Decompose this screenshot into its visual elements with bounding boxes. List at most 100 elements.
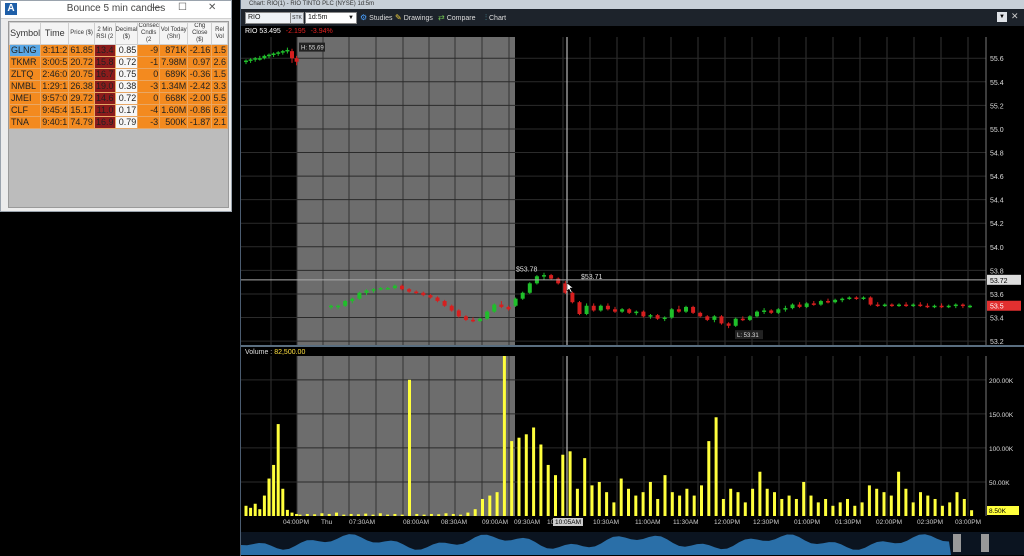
table-row[interactable]: TKMR 3:00:5 20.72 15.8 0.72 -1 7.98M 0.97 2.6 — [9, 56, 228, 69]
studies-label: Studies — [369, 15, 393, 22]
table-row[interactable]: NMBL 1:29:1 26.38 19.0 0.38 -3 1.34M -2.42 3.3 — [9, 80, 228, 93]
cell-consec: -9 — [137, 44, 161, 57]
candlestick-icon: ⫶ — [485, 13, 487, 22]
volume-bar — [692, 495, 696, 516]
column-header[interactable]: Decimal ($) — [114, 22, 139, 45]
candle-body — [918, 304, 923, 307]
chart-type-button[interactable]: ⫶ Chart — [485, 11, 506, 24]
candle-body — [280, 51, 285, 53]
candle-body — [421, 292, 426, 296]
table-row[interactable]: JMEI 9:57:0 29.72 14.6 0.72 0 668K -2.00 5.5 — [9, 92, 228, 105]
symbol-input[interactable]: RIO — [245, 12, 291, 24]
table-row[interactable]: TNA 9:40:1 74.79 16.9 0.79 -3 500K -1.87 2.1 — [9, 116, 228, 129]
overview-scrollbar[interactable] — [241, 532, 1024, 555]
volume-bar — [262, 495, 266, 516]
candle-body — [285, 49, 290, 52]
price-header: RIO 53.495 -2.195 -3.94% — [245, 28, 333, 35]
volume-bar — [787, 495, 791, 516]
volume-bar — [773, 492, 776, 516]
candle-body — [882, 304, 887, 307]
candle-body — [911, 304, 916, 307]
time-axis-label: 08:00AM — [403, 519, 429, 526]
column-header[interactable]: Rel Vol — [211, 22, 228, 45]
volume-bar — [685, 488, 689, 516]
volume-bar — [597, 481, 601, 516]
volume-bar — [517, 437, 521, 516]
candle-body — [392, 285, 397, 289]
column-header[interactable]: 2 Min RSI (2 — [93, 22, 116, 45]
table-row[interactable]: GLNG 3:11:2 61.85 13.4 0.85 -9 871K -2.16 1.5 — [9, 44, 228, 57]
candle-body — [897, 304, 901, 307]
cell-rsi: 16.7 — [93, 68, 116, 81]
volume-bar — [356, 514, 360, 516]
price-axis-tick-label: 55.0 — [990, 127, 1004, 134]
volume-bar — [249, 507, 253, 516]
maximize-button[interactable]: ☐ — [178, 2, 187, 13]
volume-bar — [933, 498, 937, 516]
volume-header: Volume : 82,500.00 — [245, 349, 306, 356]
compare-button[interactable]: ⇄ Compare — [438, 11, 476, 24]
column-header[interactable]: Time — [40, 22, 70, 45]
column-header[interactable]: Symbol — [9, 22, 42, 45]
volume-bar — [831, 505, 835, 516]
candle-body — [385, 288, 390, 290]
compare-label: Compare — [446, 15, 476, 22]
volume-bar — [700, 485, 703, 516]
volume-bar — [276, 424, 280, 516]
volume-bar — [290, 512, 294, 516]
link-button[interactable]: STK — [290, 12, 304, 24]
drawings-button[interactable]: ✎ Drawings — [395, 11, 433, 24]
cell-decimal: 0.72 — [114, 92, 139, 105]
volume-bar — [794, 498, 798, 516]
volume-label: Volume — [245, 349, 269, 356]
volume-bar — [736, 492, 740, 516]
interval-select[interactable]: 1d:5m ▼ — [305, 12, 357, 24]
time-axis-label: 07:30AM — [349, 519, 375, 526]
candle-body — [939, 305, 944, 308]
chart-titlebar[interactable]: Chart: RIO(1) - RIO TINTO PLC (NYSE) 1d:… — [241, 0, 1024, 9]
table-header-row: Symbol Time Price ($) 2 Min RSI (2 Decimal (… — [9, 22, 228, 45]
candle-body — [478, 318, 483, 322]
candle-body — [378, 288, 383, 290]
chart-toolbar: RIO STK 1d:5m ▼ ⚙ Studies ✎ Drawings ⇄ Comp… — [241, 9, 1024, 26]
chart-close-icon[interactable]: ✕ — [1011, 11, 1019, 22]
volume-bar — [962, 498, 966, 516]
price-chart[interactable]: 53.253.453.653.854.054.254.454.654.855.0… — [241, 37, 1024, 347]
close-button[interactable]: ✕ — [208, 2, 216, 13]
volume-bar — [546, 464, 550, 516]
studies-button[interactable]: ⚙ Studies — [360, 11, 393, 24]
time-axis-label: 04:00PM — [283, 519, 309, 526]
volume-bar — [466, 512, 470, 516]
column-header[interactable]: Chg Close ($) — [187, 22, 213, 45]
scanner-table: Symbol Time Price ($) 2 Min RSI (2 Decimal (… — [8, 21, 229, 208]
volume-bar — [393, 513, 397, 516]
volume-bar — [590, 485, 594, 516]
table-row[interactable]: ZLTQ 2:46:0 20.75 16.7 0.75 0 689K -0.36 1.5 — [9, 68, 228, 81]
cell-vol: 689K — [159, 68, 189, 81]
chart-menu-button[interactable]: ▼ — [997, 12, 1007, 22]
scanner-titlebar[interactable]: A Bounce 5 min candles — ☐ ✕ — [1, 1, 231, 19]
cell-time: 3:00:5 — [40, 56, 70, 69]
column-header[interactable]: Consec Cndls (2 — [137, 22, 161, 45]
cell-symbol: TNA — [9, 116, 42, 129]
price-axis-tick-label: 53.4 — [990, 316, 1004, 323]
volume-bar — [327, 513, 331, 516]
minimize-button[interactable]: — — [151, 2, 161, 13]
cell-time: 1:29:1 — [40, 80, 70, 93]
candle-body — [456, 310, 461, 317]
candle-body — [719, 316, 724, 324]
column-header[interactable]: Vol Today (Shr) — [159, 22, 189, 45]
volume-bar — [386, 514, 390, 516]
price-axis-tick-label: 54.8 — [990, 151, 1004, 158]
candle-body — [634, 311, 639, 314]
cell-consec: -1 — [137, 56, 161, 69]
table-row[interactable]: CLF 9:45:4 15.17 11.0 0.17 -4 1.60M -0.86 6.2 — [9, 104, 228, 117]
price-axis-tick-label: 55.4 — [990, 80, 1004, 87]
candle-body — [648, 315, 653, 317]
candle-body — [294, 58, 299, 62]
volume-bar — [619, 478, 623, 516]
volume-chart[interactable]: 50.00K 100.00K 150.00K 200.00K 8.50K 04:00PM T… — [241, 356, 1024, 556]
candle-body — [684, 306, 688, 312]
column-header[interactable]: Price ($) — [68, 22, 95, 45]
volume-bar — [919, 492, 922, 516]
